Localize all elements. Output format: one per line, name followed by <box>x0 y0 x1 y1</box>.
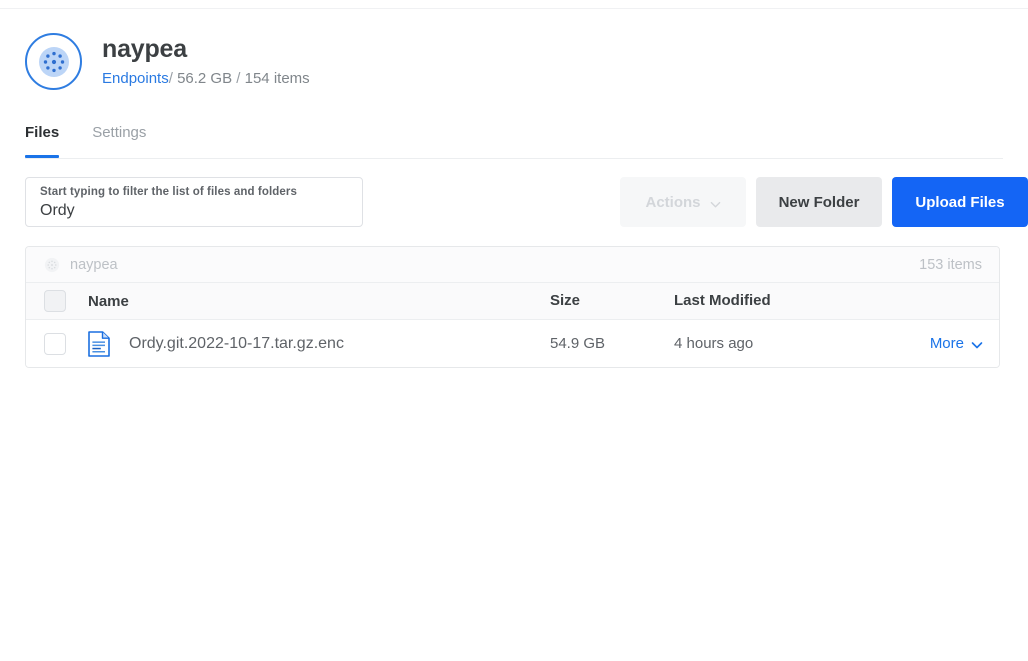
dotted-circle-logo-icon <box>25 33 82 90</box>
column-header-name-cell: Name <box>66 293 550 310</box>
row-actions-cell: More <box>902 334 983 353</box>
folder-item-count: 153 items <box>919 256 982 273</box>
toolbar: Start typing to filter the list of files… <box>25 177 1028 227</box>
actions-button[interactable]: Actions <box>620 177 746 227</box>
file-document-icon <box>88 330 110 357</box>
row-modified-cell: 4 hours ago <box>674 335 902 353</box>
row-size-cell: 54.9 GB <box>550 335 674 353</box>
table-header-row: Name Size Last Modified <box>26 283 999 320</box>
column-header-size-cell: Size <box>550 292 674 310</box>
column-header-modified-cell: Last Modified <box>674 292 902 310</box>
more-menu-label: More <box>929 334 964 352</box>
file-last-modified: 4 hours ago <box>674 334 754 352</box>
row-select-checkbox[interactable] <box>44 332 66 355</box>
breadcrumb-link-endpoints[interactable]: Endpoints <box>102 70 169 87</box>
more-menu-button[interactable]: More <box>929 334 983 352</box>
new-folder-button[interactable]: New Folder <box>756 177 882 227</box>
page-title: naypea <box>102 35 187 63</box>
column-header-size[interactable]: Size <box>550 292 580 309</box>
org-header-text: naypea Endpoints/ 56.2 GB / 154 items <box>102 33 310 89</box>
breadcrumb-item-count: 154 items <box>244 70 310 87</box>
filter-field[interactable]: Start typing to filter the list of files… <box>25 177 363 227</box>
top-divider <box>0 8 1028 9</box>
dotted-circle-logo-muted-icon <box>44 257 60 273</box>
tab-bar: Files Settings <box>25 124 1003 159</box>
chevron-down-icon <box>710 197 721 208</box>
upload-files-button[interactable]: Upload Files <box>892 177 1028 227</box>
org-header: naypea Endpoints/ 56.2 GB / 154 items <box>25 33 310 90</box>
filter-input-label: Start typing to filter the list of files… <box>40 186 297 198</box>
folder-breadcrumb-bar: naypea 153 items <box>26 247 999 283</box>
file-name[interactable]: Ordy.git.2022-10-17.tar.gz.enc <box>129 335 344 353</box>
row-name-cell: Ordy.git.2022-10-17.tar.gz.enc <box>66 330 550 357</box>
breadcrumb: Endpoints/ 56.2 GB / 154 items <box>102 69 310 89</box>
column-header-last-modified[interactable]: Last Modified <box>674 292 771 309</box>
chevron-down-icon <box>971 338 983 349</box>
folder-breadcrumb-root[interactable]: naypea <box>70 257 118 273</box>
app-page: naypea Endpoints/ 56.2 GB / 154 items Fi… <box>0 0 1028 661</box>
file-browser-card: naypea 153 items Name Size Last Modified <box>25 246 1000 368</box>
filter-input[interactable] <box>40 201 348 221</box>
breadcrumb-separator-2: / <box>236 70 241 87</box>
table-row[interactable]: Ordy.git.2022-10-17.tar.gz.enc 54.9 GB 4… <box>26 320 999 367</box>
file-size: 54.9 GB <box>550 334 606 352</box>
breadcrumb-total-size: 56.2 GB <box>177 70 233 87</box>
actions-button-label: Actions <box>645 193 701 211</box>
breadcrumb-separator-1: / <box>168 70 173 87</box>
select-all-checkbox[interactable] <box>44 290 66 312</box>
tab-files[interactable]: Files <box>25 124 60 158</box>
column-header-name[interactable]: Name <box>88 293 129 310</box>
tab-settings[interactable]: Settings <box>92 124 146 157</box>
